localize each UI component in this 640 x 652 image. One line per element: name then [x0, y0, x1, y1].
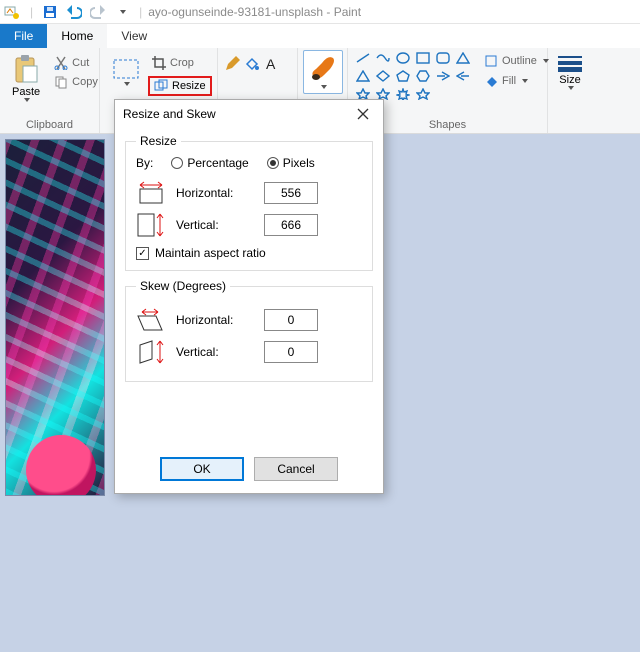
group-clipboard: Paste Cut Copy Clipboard — [0, 48, 100, 133]
resize-vertical-icon — [136, 212, 166, 238]
brushes-button[interactable] — [303, 50, 343, 94]
crop-button[interactable]: Crop — [148, 54, 212, 72]
copy-label: Copy — [72, 76, 98, 88]
text-tool[interactable]: A — [264, 56, 280, 75]
skew-legend: Skew (Degrees) — [136, 279, 230, 293]
resize-h-label: Horizontal: — [176, 186, 254, 200]
skew-horizontal-icon — [136, 307, 166, 333]
cut-button[interactable]: Cut — [50, 54, 102, 72]
save-button[interactable] — [39, 2, 61, 22]
skew-v-label: Vertical: — [176, 345, 254, 359]
paint-app-icon — [4, 4, 20, 20]
skew-h-label: Horizontal: — [176, 313, 254, 327]
paste-label: Paste — [12, 86, 40, 98]
copy-button[interactable]: Copy — [50, 73, 102, 91]
group-label-clipboard: Clipboard — [6, 119, 93, 133]
resize-label: Resize — [172, 80, 206, 92]
cancel-button[interactable]: Cancel — [254, 457, 338, 481]
group-size: Size — [548, 48, 592, 133]
skew-fieldset: Skew (Degrees) Horizontal: Vertical: — [125, 279, 373, 382]
redo-button[interactable] — [87, 2, 109, 22]
size-label: Size — [559, 74, 580, 86]
crop-label: Crop — [170, 57, 194, 69]
resize-vertical-input[interactable] — [264, 214, 318, 236]
pencil-tool[interactable] — [224, 56, 240, 75]
maintain-aspect-label: Maintain aspect ratio — [155, 246, 266, 260]
skew-vertical-input[interactable] — [264, 341, 318, 363]
resize-legend: Resize — [136, 134, 181, 148]
dialog-title: Resize and Skew — [123, 107, 216, 121]
undo-button[interactable] — [63, 2, 85, 22]
tab-view[interactable]: View — [107, 24, 161, 48]
shapes-gallery[interactable] — [354, 50, 472, 102]
resize-horizontal-input[interactable] — [264, 182, 318, 204]
resize-fieldset: Resize By: Percentage Pixels Horizontal:… — [125, 134, 373, 271]
separator: | — [30, 5, 33, 19]
resize-v-label: Vertical: — [176, 218, 254, 232]
radio-pixels[interactable]: Pixels — [267, 156, 315, 170]
image-canvas[interactable] — [6, 140, 104, 495]
skew-horizontal-input[interactable] — [264, 309, 318, 331]
svg-text:A: A — [266, 56, 276, 72]
resize-button[interactable]: Resize — [148, 76, 212, 96]
radio-percentage[interactable]: Percentage — [171, 156, 248, 170]
tab-file[interactable]: File — [0, 24, 47, 48]
fill-label: Fill — [502, 75, 516, 87]
by-label: By: — [136, 156, 153, 170]
outline-label: Outline — [502, 55, 537, 67]
ok-button[interactable]: OK — [160, 457, 244, 481]
resize-horizontal-icon — [136, 180, 166, 206]
close-icon[interactable] — [351, 104, 375, 124]
shape-fill-button[interactable]: Fill — [480, 72, 553, 90]
shape-outline-button[interactable]: Outline — [480, 52, 553, 70]
fill-tool[interactable] — [244, 56, 260, 75]
separator: | — [139, 5, 142, 19]
title-bar: | | ayo-ogunseinde-93181-unsplash - Pain… — [0, 0, 640, 24]
resize-skew-dialog: Resize and Skew Resize By: Percentage Pi… — [114, 99, 384, 494]
cut-label: Cut — [72, 57, 89, 69]
select-button[interactable] — [106, 50, 146, 90]
paste-button[interactable]: Paste — [6, 50, 46, 106]
size-button[interactable]: Size — [552, 50, 588, 94]
quick-access-toolbar — [39, 2, 133, 22]
skew-vertical-icon — [136, 339, 166, 365]
maintain-aspect-checkbox[interactable]: ✓ — [136, 247, 149, 260]
window-title: ayo-ogunseinde-93181-unsplash - Paint — [148, 5, 361, 19]
ribbon-tabs: File Home View — [0, 24, 640, 48]
dialog-titlebar[interactable]: Resize and Skew — [115, 100, 383, 128]
tab-home[interactable]: Home — [47, 24, 107, 48]
qat-customize[interactable] — [111, 2, 133, 22]
